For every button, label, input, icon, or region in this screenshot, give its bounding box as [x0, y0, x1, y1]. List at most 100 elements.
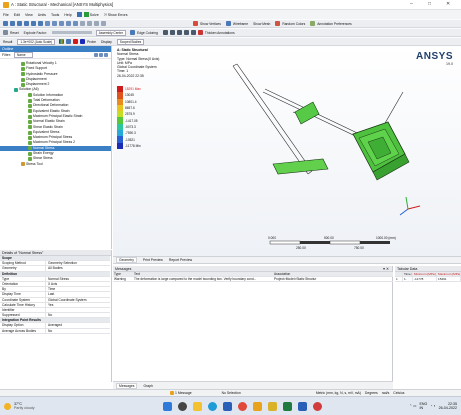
zoom-fit-icon[interactable]	[31, 21, 36, 26]
menu-tools[interactable]: Tools	[51, 13, 59, 17]
solve-icon[interactable]	[83, 12, 89, 17]
weather-icon[interactable]	[4, 402, 11, 410]
start-icon[interactable]	[162, 401, 172, 411]
window-titlebar: A : Static Structural - Mechanical [ANSY…	[0, 0, 461, 10]
graphics-viewport[interactable]: A: Static Structural Normal Stress Type: N…	[113, 46, 461, 256]
search-icon[interactable]	[177, 401, 187, 411]
edges-icon[interactable]	[66, 39, 72, 44]
min-icon[interactable]	[80, 39, 86, 44]
explode-slider[interactable]	[51, 31, 92, 34]
status-celsius[interactable]: Celsius	[393, 391, 404, 395]
annotation-icon[interactable]	[310, 21, 316, 26]
zoom-icon[interactable]	[17, 21, 22, 26]
select-vertex-icon[interactable]	[45, 21, 50, 26]
tab-geometry[interactable]: Geometry	[116, 257, 137, 263]
show-errors-icon[interactable]	[193, 21, 198, 26]
result-scale-dropdown[interactable]: 1.3e+002 (Auto Scale)	[17, 38, 56, 45]
expand-tree-icon[interactable]	[94, 53, 98, 57]
status-messages[interactable]: 1 Message	[175, 391, 192, 395]
edge-style-1-icon[interactable]	[162, 30, 168, 35]
edge-style-2-icon[interactable]	[169, 30, 175, 35]
tab-print-preview[interactable]: Print Preview	[143, 258, 163, 262]
chrome-icon[interactable]	[237, 401, 247, 411]
select-face-icon[interactable]	[59, 21, 64, 26]
pan-icon[interactable]	[10, 21, 15, 26]
reset-button[interactable]: Reset	[10, 31, 19, 35]
collapse-tree-icon[interactable]	[99, 53, 103, 57]
tabular-cell[interactable]: -11778	[413, 277, 437, 283]
menu-file[interactable]: File	[3, 13, 9, 17]
edge-browser-icon[interactable]	[207, 401, 217, 411]
box-zoom-icon[interactable]	[24, 21, 29, 26]
edge-style-3-icon[interactable]	[176, 30, 182, 35]
probe-button[interactable]: Probe	[87, 40, 96, 44]
clock-date[interactable]: 26-04-2022	[439, 406, 457, 411]
tabular-cell[interactable]: 1	[395, 277, 403, 283]
select-body-icon[interactable]	[66, 21, 71, 26]
legend-entry: -11778 Min	[117, 142, 141, 149]
store-icon[interactable]	[222, 401, 232, 411]
tab-messages[interactable]: Messages	[116, 382, 138, 389]
menu-edit[interactable]: Edit	[14, 13, 20, 17]
tab-report-preview[interactable]: Report Preview	[169, 258, 192, 262]
tabular-cell[interactable]: 15291	[437, 277, 461, 283]
file-explorer-icon[interactable]	[192, 401, 202, 411]
wireframe-button[interactable]: Wireframe	[233, 22, 248, 26]
show-mesh-button[interactable]: Show Mesh	[253, 22, 270, 26]
show-all-icon[interactable]	[3, 30, 8, 35]
tab-graph[interactable]: Graph	[143, 384, 152, 388]
triad-icon[interactable]	[94, 21, 99, 26]
show-vertices-button[interactable]: Show Vertices	[200, 22, 221, 26]
edge-style-5-icon[interactable]	[190, 30, 196, 35]
max-icon[interactable]	[73, 39, 79, 44]
edge-style-4-icon[interactable]	[183, 30, 189, 35]
maximize-button[interactable]: □	[428, 1, 431, 7]
filter-dropdown[interactable]: Name	[13, 52, 33, 58]
workbench-icon[interactable]	[252, 401, 262, 411]
thicken-icon[interactable]	[197, 30, 203, 35]
menu-view[interactable]: View	[25, 13, 33, 17]
random-colors-button[interactable]: Random Colors	[282, 22, 305, 26]
word-icon[interactable]	[297, 401, 307, 411]
edge-coloring-icon[interactable]	[130, 30, 135, 35]
contour-icon[interactable]	[59, 39, 65, 44]
wifi-volume-icons[interactable]: ◔ ◖	[430, 404, 435, 408]
minimize-button[interactable]: –	[410, 1, 413, 7]
details-property-value[interactable]: No	[46, 329, 110, 334]
select-edge-icon[interactable]	[52, 21, 57, 26]
wizard-icon[interactable]	[76, 12, 82, 17]
menu-help[interactable]: Help	[64, 13, 71, 17]
messages-cell[interactable]: Project>Model>Static Structur	[273, 277, 393, 283]
menu-units[interactable]: Units	[38, 13, 46, 17]
messages-cell[interactable]: Warning	[113, 277, 133, 283]
status-degrees[interactable]: Degrees	[365, 391, 378, 395]
tabular-cell[interactable]: 1.	[403, 277, 413, 283]
status-units[interactable]: Metric (mm, kg, N, s, mV, mA)	[316, 391, 361, 395]
tree-item[interactable]: Stress Tool	[0, 162, 111, 167]
media-icon[interactable]	[312, 401, 322, 411]
annotation-preferences-button[interactable]: Annotation Preferences	[317, 22, 351, 26]
clipboard-icon[interactable]	[80, 21, 85, 26]
edge-coloring-dropdown[interactable]: Edge Coloring	[137, 31, 158, 35]
search-tree-icon[interactable]	[104, 53, 108, 57]
rotate-icon[interactable]	[3, 21, 8, 26]
messages-pin-icon[interactable]: ▾ ✕	[383, 267, 389, 271]
thicken-annotations-button[interactable]: Thicken Annotations	[205, 31, 235, 35]
excel-icon[interactable]	[282, 401, 292, 411]
camera-icon[interactable]	[101, 21, 106, 26]
wireframe-icon[interactable]	[225, 21, 231, 26]
show-errors-button[interactable]: ?/ Show Errors	[104, 13, 128, 17]
close-button[interactable]: ✕	[446, 1, 450, 7]
section-plane-icon[interactable]	[87, 21, 92, 26]
magnifier-icon[interactable]	[38, 21, 43, 26]
model-geometry[interactable]	[173, 54, 443, 234]
solve-button[interactable]: Solve	[90, 13, 99, 17]
assembly-center-dropdown[interactable]: Assembly Center	[95, 29, 126, 36]
tray-icons[interactable]: ⌃ ▭	[409, 404, 416, 408]
random-colors-icon[interactable]	[275, 21, 281, 26]
messages-cell[interactable]: The deformation is large compared to the…	[133, 277, 273, 283]
mechanical-icon[interactable]	[267, 401, 277, 411]
scoped-bodies-dropdown[interactable]: Scoped Bodies	[116, 38, 145, 45]
select-mode-icon[interactable]	[73, 21, 78, 26]
status-rads[interactable]: rad/s	[382, 391, 390, 395]
